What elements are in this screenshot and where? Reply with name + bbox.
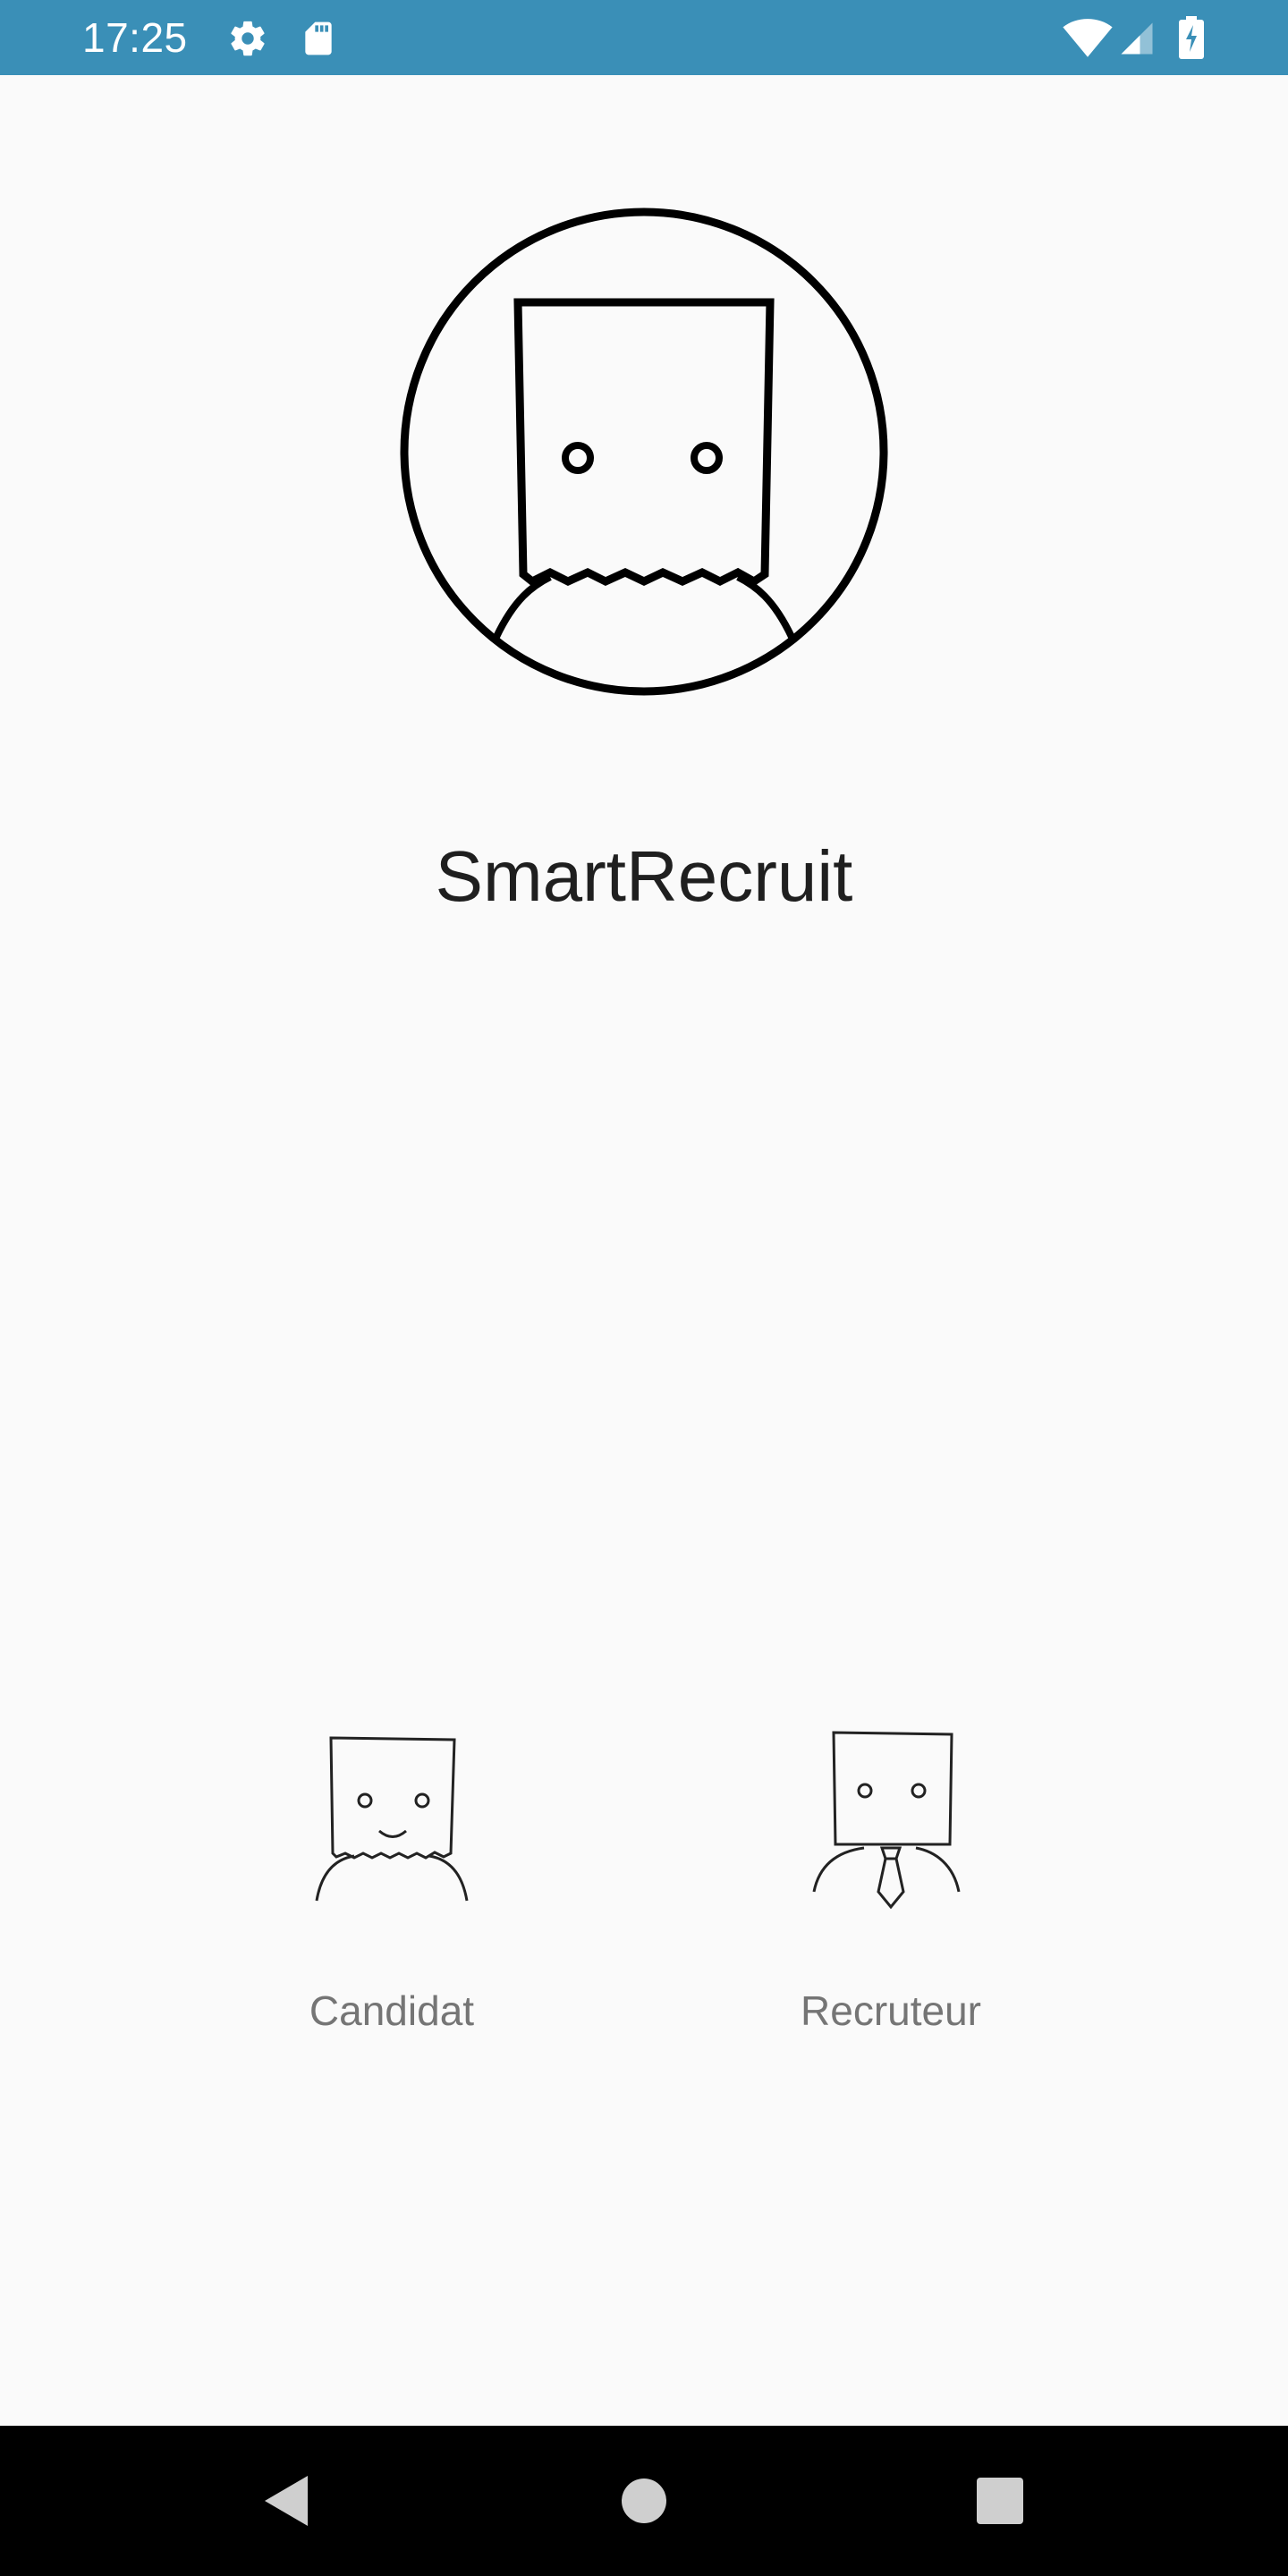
battery-charging-icon [1179,16,1204,64]
recents-button[interactable] [928,2426,1072,2576]
back-button[interactable] [215,2426,358,2576]
candidate-role-button[interactable]: Candidat [213,1717,571,2057]
status-bar: 17:25 [0,0,1288,75]
home-button[interactable] [572,2426,716,2576]
candidate-icon [315,1736,469,1902]
signal-icon [1118,20,1156,62]
app-title: SmartRecruit [435,836,853,916]
gear-icon [227,18,268,64]
paper-bag-head-icon [400,208,888,696]
back-icon [265,2476,308,2526]
splash-screen: 17:25 SmartRecruit Candidat Recruteur [0,0,1288,2576]
sd-card-icon [299,18,338,64]
navigation-bar [0,2426,1288,2576]
home-icon [622,2479,666,2523]
app-logo [398,206,890,698]
recruiter-label: Recruteur [801,1987,981,2034]
recruiter-role-button[interactable]: Recruteur [712,1717,1070,2057]
candidate-label: Candidat [309,1987,475,2034]
wifi-icon [1063,18,1113,64]
status-time: 17:25 [82,14,188,61]
recruiter-icon [812,1731,961,1910]
recents-icon [977,2478,1023,2524]
